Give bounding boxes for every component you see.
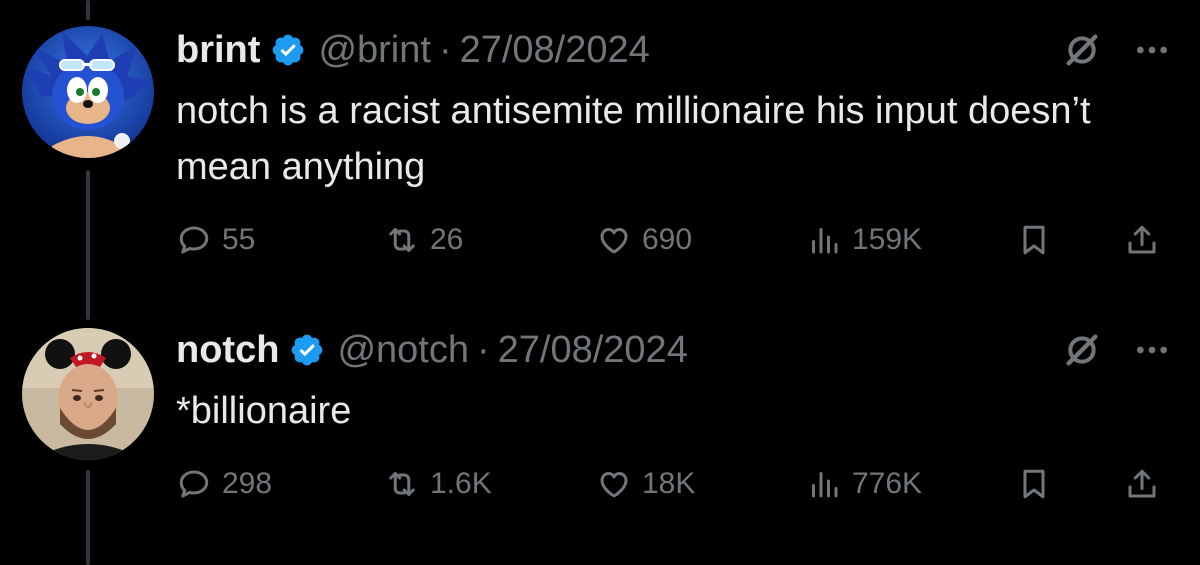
reply-count: 298 <box>222 467 273 500</box>
verified-badge-icon[interactable] <box>289 332 325 368</box>
more-icon[interactable] <box>1128 26 1176 74</box>
more-icon[interactable] <box>1128 326 1176 374</box>
sonic-avatar-image <box>22 26 154 158</box>
like-button[interactable]: 690 <box>596 218 692 262</box>
view-count: 159K <box>852 223 923 256</box>
view-count: 776K <box>852 467 923 500</box>
grok-icon[interactable] <box>1058 326 1106 374</box>
share-icon <box>1128 225 1156 254</box>
notch-avatar-image <box>22 328 154 460</box>
reply-button[interactable]: 298 <box>176 462 272 506</box>
grok-icon[interactable] <box>1058 26 1106 74</box>
handle[interactable]: @brint <box>318 29 431 72</box>
share-icon <box>1128 469 1156 498</box>
views-icon <box>812 228 838 254</box>
separator-dot: · <box>438 28 452 71</box>
tweet-brint[interactable]: brint @brint · 27/08/2024 notch is a rac… <box>0 0 1200 300</box>
share-button[interactable] <box>1124 462 1160 506</box>
reply-icon <box>179 226 209 254</box>
tweet-date[interactable]: 27/08/2024 <box>460 29 650 72</box>
display-name[interactable]: notch <box>176 329 279 372</box>
reply-icon <box>179 470 209 498</box>
repost-button[interactable]: 1.6K <box>384 462 492 506</box>
bookmark-button[interactable] <box>1016 462 1052 506</box>
tweet-notch[interactable]: notch @notch · 27/08/2024 *billionaire 2… <box>0 300 1200 565</box>
avatar-brint[interactable] <box>22 26 154 158</box>
tweet-text: notch is a racist antisemite millionaire… <box>176 90 1091 188</box>
repost-count: 1.6K <box>430 467 492 500</box>
repost-count: 26 <box>430 223 464 256</box>
reply-button[interactable]: 55 <box>176 218 255 262</box>
repost-icon <box>389 228 415 252</box>
views-button[interactable]: 159K <box>806 218 922 262</box>
bookmark-icon <box>1023 469 1045 499</box>
separator-dot: · <box>476 328 490 371</box>
display-name[interactable]: brint <box>176 29 260 72</box>
avatar-notch[interactable] <box>22 328 154 460</box>
tweet-text: *billionaire <box>176 390 352 432</box>
reply-count: 55 <box>222 223 256 256</box>
bookmark-button[interactable] <box>1016 218 1052 262</box>
tweet-actions: 298 1.6K 18K 776K <box>176 462 1176 506</box>
like-icon <box>600 228 628 254</box>
like-count: 690 <box>642 223 693 256</box>
like-button[interactable]: 18K <box>596 462 695 506</box>
views-button[interactable]: 776K <box>806 462 922 506</box>
tweet-actions: 55 26 690 159K <box>176 218 1176 262</box>
repost-icon <box>389 472 415 496</box>
like-count: 18K <box>642 467 696 500</box>
tweet-header: notch @notch · 27/08/2024 <box>176 325 688 375</box>
share-button[interactable] <box>1124 218 1160 262</box>
views-icon <box>812 472 838 498</box>
verified-badge-icon[interactable] <box>270 32 306 68</box>
like-icon <box>600 472 628 498</box>
tweet-header: brint @brint · 27/08/2024 <box>176 25 650 75</box>
tweet-date[interactable]: 27/08/2024 <box>498 329 688 372</box>
repost-button[interactable]: 26 <box>384 218 463 262</box>
handle[interactable]: @notch <box>337 329 469 372</box>
bookmark-icon <box>1023 225 1045 255</box>
